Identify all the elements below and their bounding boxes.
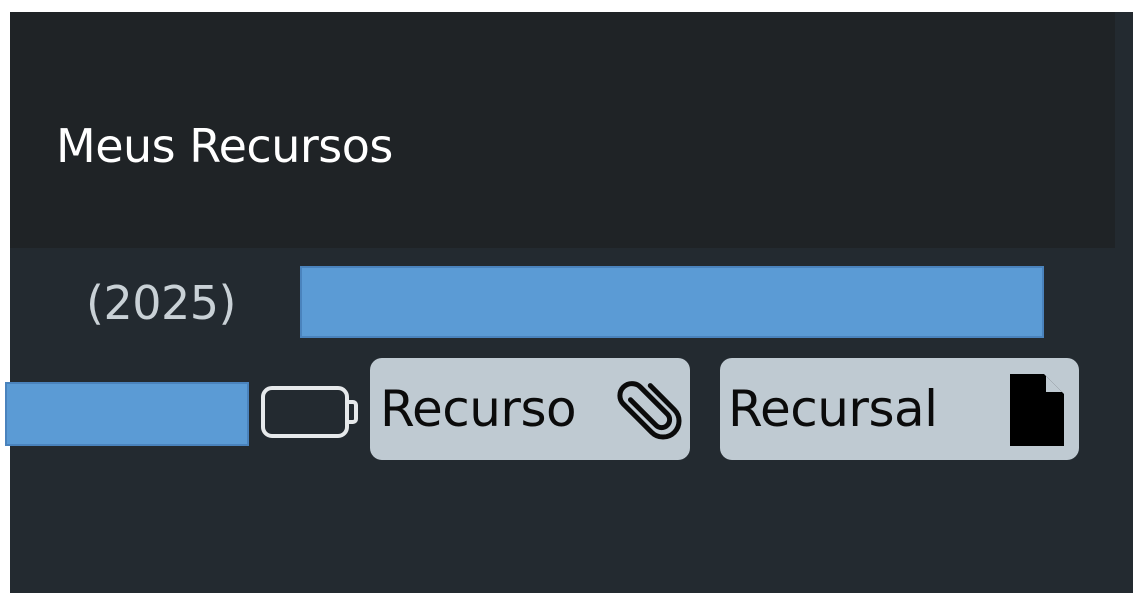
document-icon	[1010, 374, 1064, 446]
paperclip-icon	[617, 381, 682, 440]
tag-recurso[interactable]: Recurso	[370, 358, 690, 460]
redacted-item-detail	[5, 382, 249, 446]
redacted-item-title[interactable]	[300, 266, 1044, 338]
tag-recursal-label: Recursal	[728, 380, 938, 438]
item-year: (2025)	[86, 276, 236, 330]
battery-empty-icon	[261, 386, 358, 438]
tag-recursal[interactable]: Recursal	[720, 358, 1079, 460]
panel-title: Meus Recursos	[56, 119, 393, 173]
tag-recurso-label: Recurso	[380, 380, 577, 438]
